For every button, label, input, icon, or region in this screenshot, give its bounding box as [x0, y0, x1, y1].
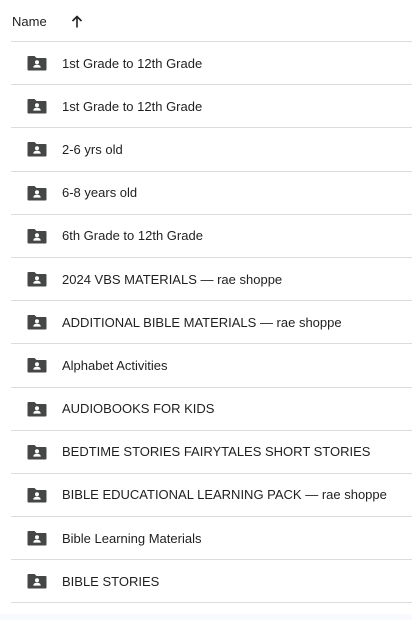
- folder-name: BIBLE STORIES: [62, 573, 160, 589]
- shared-folder-icon: [27, 530, 47, 546]
- folder-row[interactable]: AUDIOBOOKS FOR KIDS: [11, 388, 412, 431]
- shared-folder-icon: [27, 573, 47, 589]
- folder-name: Bible Learning Materials: [62, 530, 202, 546]
- folder-name: 6th Grade to 12th Grade: [62, 228, 203, 244]
- folder-row[interactable]: BIBLE EDUCATIONAL LEARNING PACK — rae sh…: [11, 474, 412, 518]
- folder-row[interactable]: 2024 VBS MATERIALS — rae shoppe: [11, 258, 412, 302]
- folder-row[interactable]: 2-6 yrs old: [11, 128, 412, 172]
- name-column-header[interactable]: Name: [12, 14, 47, 29]
- shared-folder-icon: [27, 271, 47, 287]
- folder-row[interactable]: BIBLE STORIES: [11, 560, 412, 604]
- folder-name: 2024 VBS MATERIALS — rae shoppe: [62, 271, 283, 287]
- column-header: Name: [0, 0, 412, 43]
- shared-folder-icon: [27, 357, 47, 373]
- folder-name: 1st Grade to 12th Grade: [62, 55, 203, 71]
- folder-row[interactable]: Bible Learning Materials: [11, 517, 412, 561]
- folder-row[interactable]: 1st Grade to 12th Grade: [11, 85, 412, 129]
- folder-row[interactable]: 6th Grade to 12th Grade: [11, 215, 412, 258]
- folder-row[interactable]: BEDTIME STORIES FAIRYTALES SHORT STORIES: [11, 431, 412, 474]
- folder-row[interactable]: 1st Grade to 12th Grade: [11, 42, 412, 86]
- folder-name: 2-6 yrs old: [62, 141, 123, 157]
- shared-folder-icon: [27, 141, 47, 157]
- shared-folder-icon: [27, 314, 47, 330]
- folder-name: BEDTIME STORIES FAIRYTALES SHORT STORIES: [62, 444, 371, 460]
- folder-list: 1st Grade to 12th Grade 1st Grade to 12t…: [11, 41, 412, 604]
- arrow-upward-icon[interactable]: [69, 14, 85, 30]
- folder-name: AUDIOBOOKS FOR KIDS: [62, 401, 215, 417]
- folder-row[interactable]: 6-8 years old: [11, 172, 412, 215]
- folder-row[interactable]: Alphabet Activities: [11, 344, 412, 388]
- shared-folder-icon: [27, 55, 47, 71]
- folder-name: 6-8 years old: [62, 185, 138, 201]
- shared-folder-icon: [27, 444, 47, 460]
- folder-row[interactable]: ADDITIONAL BIBLE MATERIALS — rae shoppe: [11, 301, 412, 345]
- shared-folder-icon: [27, 185, 47, 201]
- folder-name: 1st Grade to 12th Grade: [62, 98, 203, 114]
- folder-name: Alphabet Activities: [62, 357, 168, 373]
- folder-name: BIBLE EDUCATIONAL LEARNING PACK — rae sh…: [62, 487, 387, 503]
- file-list-page: Name 1st Grade to 12th Grade 1st Grade t…: [0, 0, 412, 620]
- shared-folder-icon: [27, 401, 47, 417]
- shared-folder-icon: [27, 98, 47, 114]
- shared-folder-icon: [27, 228, 47, 244]
- folder-name: ADDITIONAL BIBLE MATERIALS — rae shoppe: [62, 314, 342, 330]
- shared-folder-icon: [27, 487, 47, 503]
- bottom-edge: [0, 614, 412, 620]
